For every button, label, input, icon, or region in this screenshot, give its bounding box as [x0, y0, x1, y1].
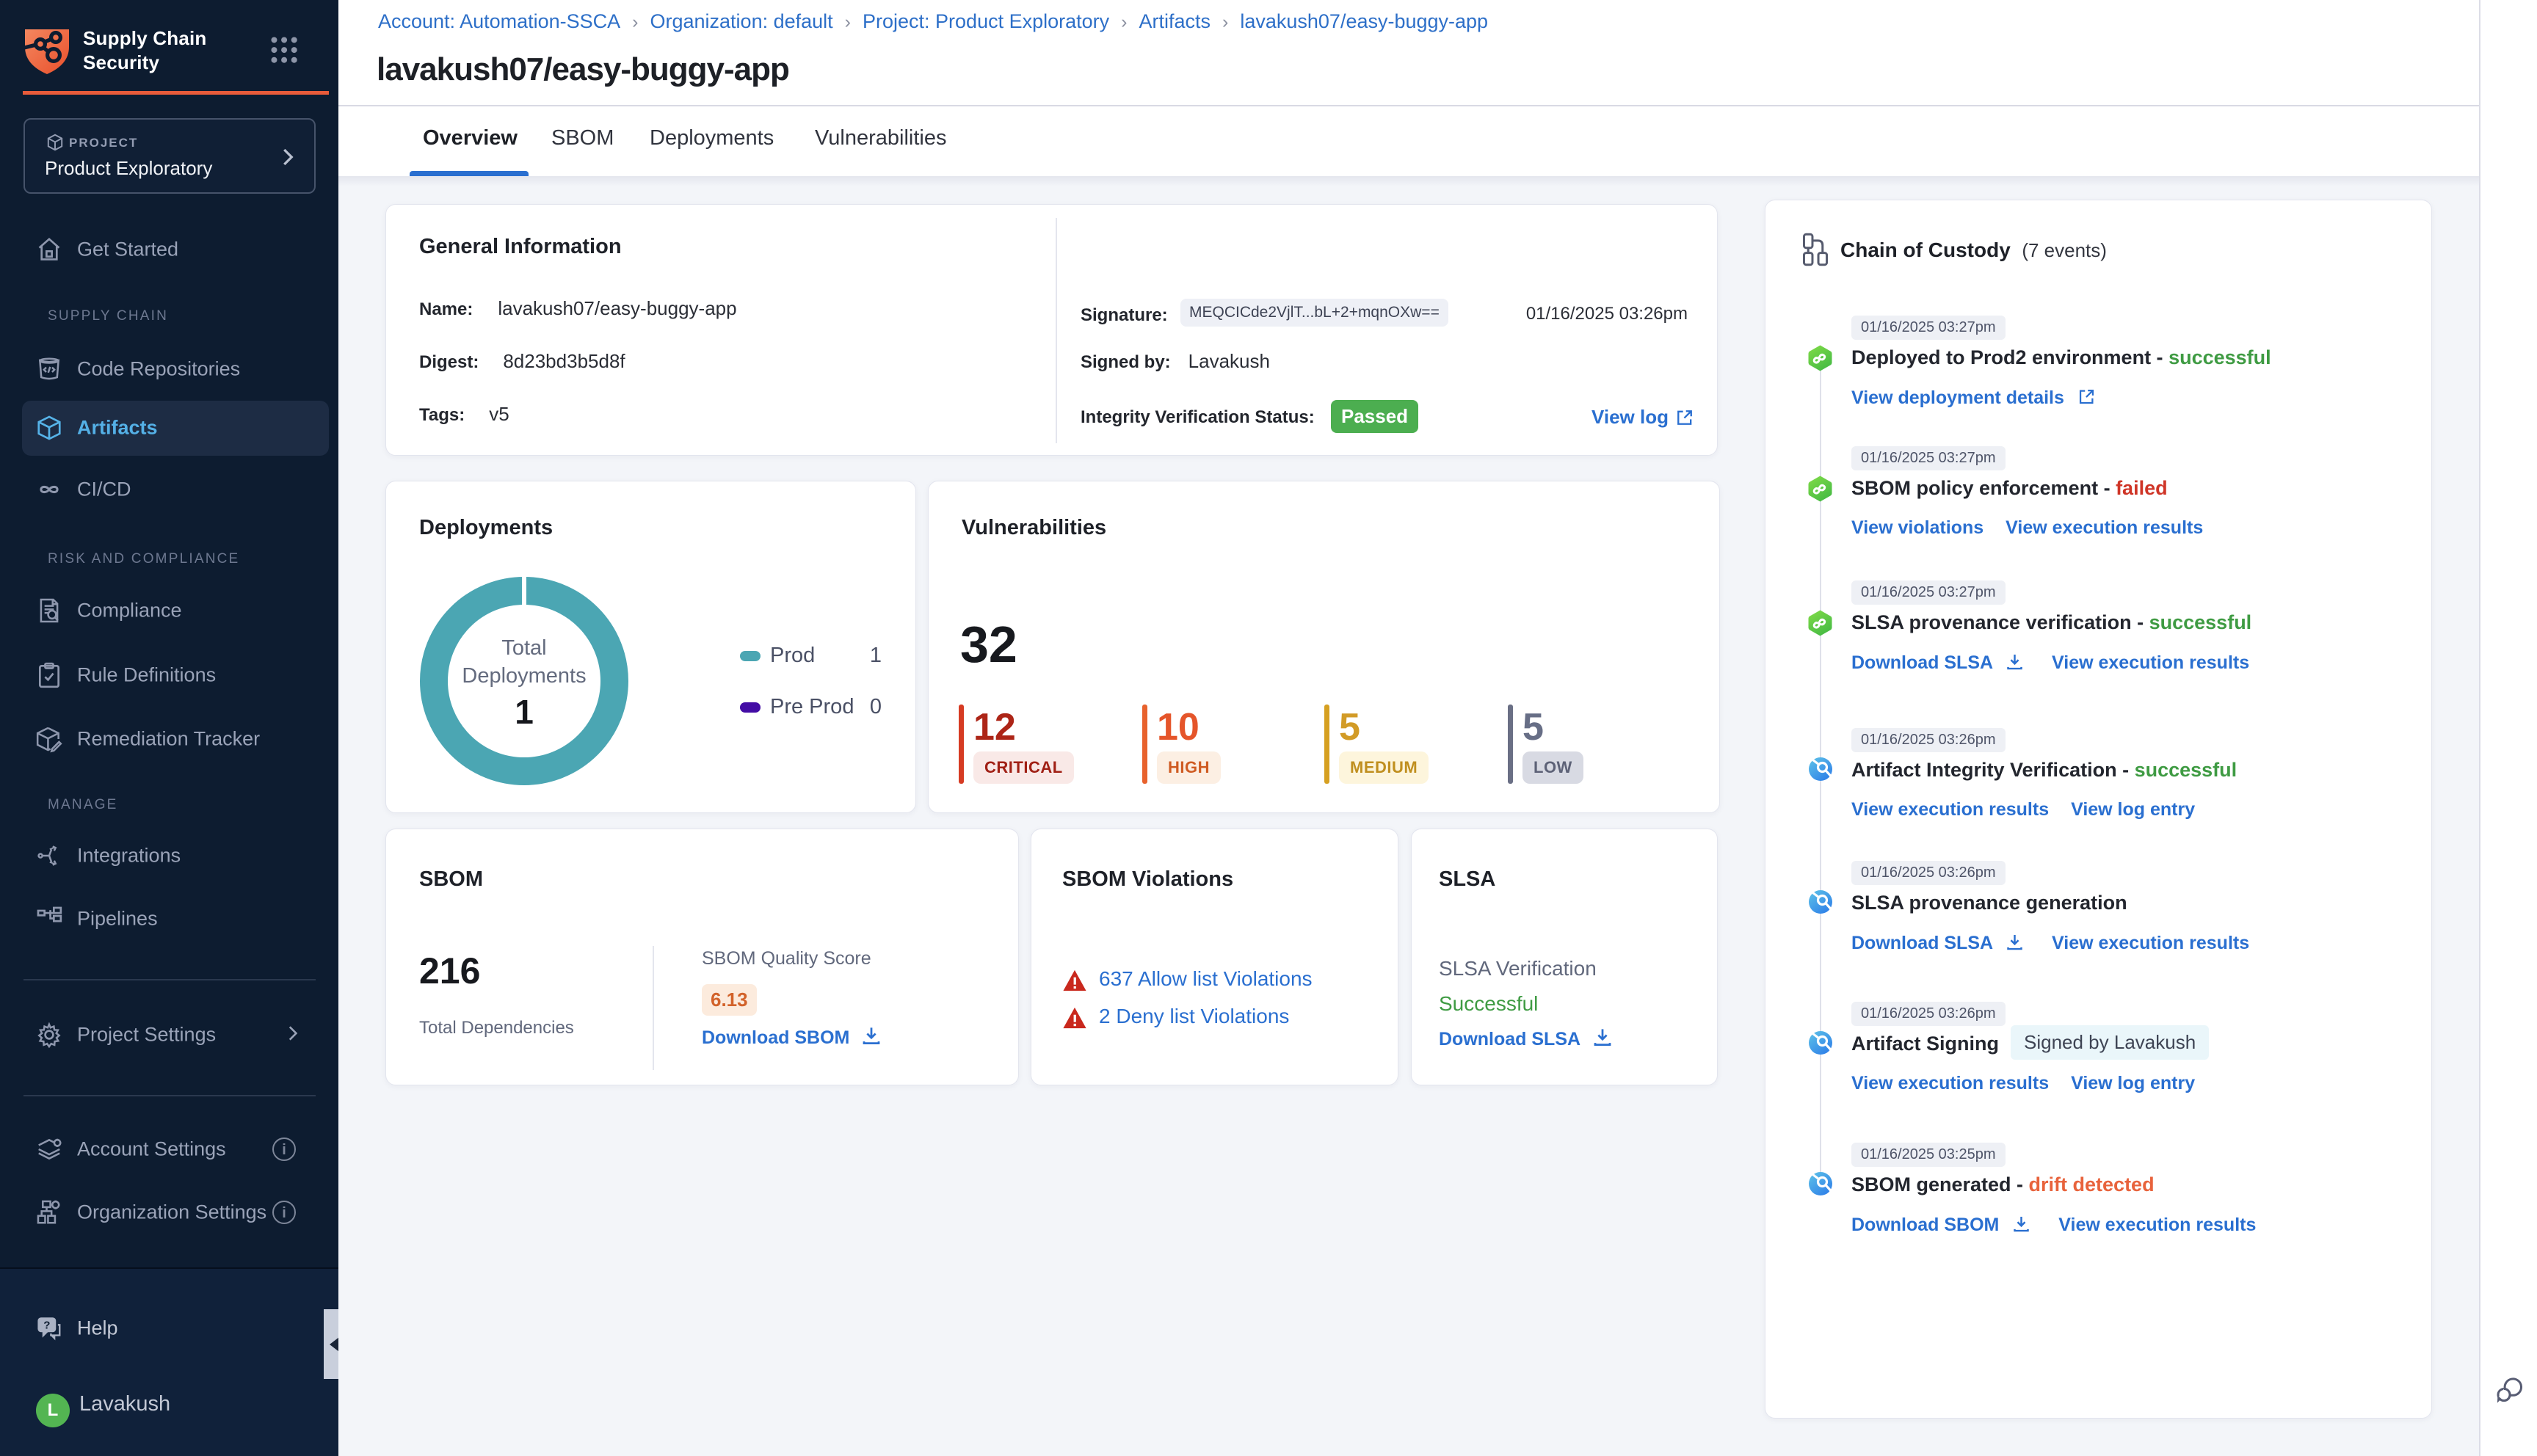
svg-text:?: ?: [43, 1319, 50, 1331]
